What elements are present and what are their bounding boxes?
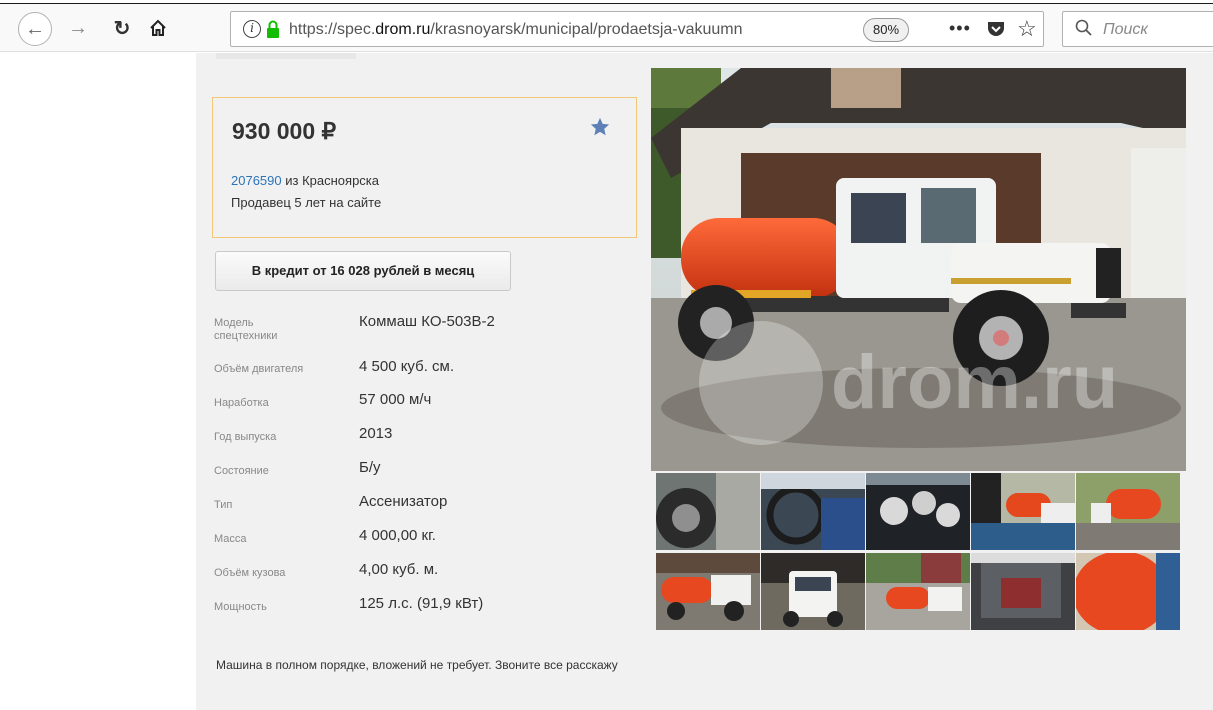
main-photo[interactable]: drom.ru [651,68,1186,471]
spec-value: Ассенизатор [359,493,448,510]
spec-value: 125 л.с. (91,9 кВт) [359,595,484,612]
spec-value: 57 000 м/ч [359,391,432,408]
url-fade [751,14,821,44]
search-input[interactable]: Поиск [1103,21,1148,39]
forward-arrow-icon[interactable]: → [64,14,92,42]
price: 930 000 ₽ [232,118,336,145]
thumbnail[interactable] [866,553,970,630]
thumbnail[interactable] [1076,473,1180,550]
seller-city: из Красноярска [285,173,379,188]
spec-label: Модель спецтехники [214,317,278,342]
watermark: drom.ru [831,340,1118,425]
credit-button[interactable]: В кредит от 16 028 рублей в месяц [215,251,511,291]
spec-label: Масса [214,533,247,545]
url-text[interactable]: https://spec.drom.ru/krasnoyarsk/municip… [289,21,809,41]
thumbnail[interactable] [971,553,1075,630]
spec-label: Тип [214,499,233,511]
thumbnail[interactable] [866,473,970,550]
search-icon [1075,19,1093,37]
spec-label: Мощность [214,601,267,613]
thumbnail[interactable] [1076,553,1180,630]
spec-label: Год выпуска [214,431,277,443]
url-prefix: https://spec. [289,21,376,38]
seller-line: 2076590 из Красноярска [231,173,379,188]
url-path: /krasnoyarsk/municipal/prodaetsja-vakuum… [430,21,743,38]
home-icon[interactable] [144,14,172,42]
thumbnail[interactable] [971,473,1075,550]
url-domain: drom.ru [375,21,431,38]
lock-icon[interactable] [265,20,281,38]
thumbnail[interactable] [761,553,865,630]
description-text: Машина в полном порядке, вложений не тре… [216,658,618,672]
favorite-star-icon[interactable] [589,116,611,138]
thumbnail[interactable] [761,473,865,550]
search-bar[interactable]: Поиск [1062,11,1213,47]
price-currency: ₽ [321,118,337,144]
spec-value: 4 000,00 кг. [359,527,436,544]
spec-label: Объём двигателя [214,363,304,375]
pocket-icon[interactable] [986,20,1006,38]
url-bar[interactable]: i https://spec.drom.ru/krasnoyarsk/munic… [230,11,1044,47]
spec-value: 4,00 куб. м. [359,561,439,578]
listing-page: 930 000 ₽ 2076590 из Красноярска Продаве… [196,53,1213,710]
spec-value: Коммаш КО-503В-2 [359,313,495,330]
bookmark-star-icon[interactable]: ☆ [1017,16,1037,42]
browser-toolbar: ← → ↻ i https://spec.drom.ru/krasnoyarsk… [0,0,1213,52]
zoom-badge[interactable]: 80% [863,18,909,42]
spec-label: Объём кузова [214,567,286,579]
thumbnail[interactable] [656,553,760,630]
spec-value: Б/у [359,459,381,476]
spec-value: 4 500 куб. см. [359,358,455,375]
reload-icon[interactable]: ↻ [108,14,136,42]
seller-id-link[interactable]: 2076590 [231,173,282,188]
spec-value: 2013 [359,425,393,442]
page-actions-icon[interactable]: ••• [949,18,971,39]
price-value: 930 000 [232,118,316,144]
thumbnail-grid [656,473,1182,631]
thumbnail[interactable] [656,473,760,550]
spec-label: Наработка [214,397,269,409]
spec-label: Состояние [214,465,269,477]
back-arrow-icon[interactable]: ← [18,12,52,46]
seller-since: Продавец 5 лет на сайте [231,195,382,210]
toolbar-top-line [0,0,1213,4]
price-box: 930 000 ₽ 2076590 из Красноярска Продаве… [212,97,637,238]
site-info-icon[interactable]: i [243,20,261,38]
cut-off-header-text [216,53,356,59]
